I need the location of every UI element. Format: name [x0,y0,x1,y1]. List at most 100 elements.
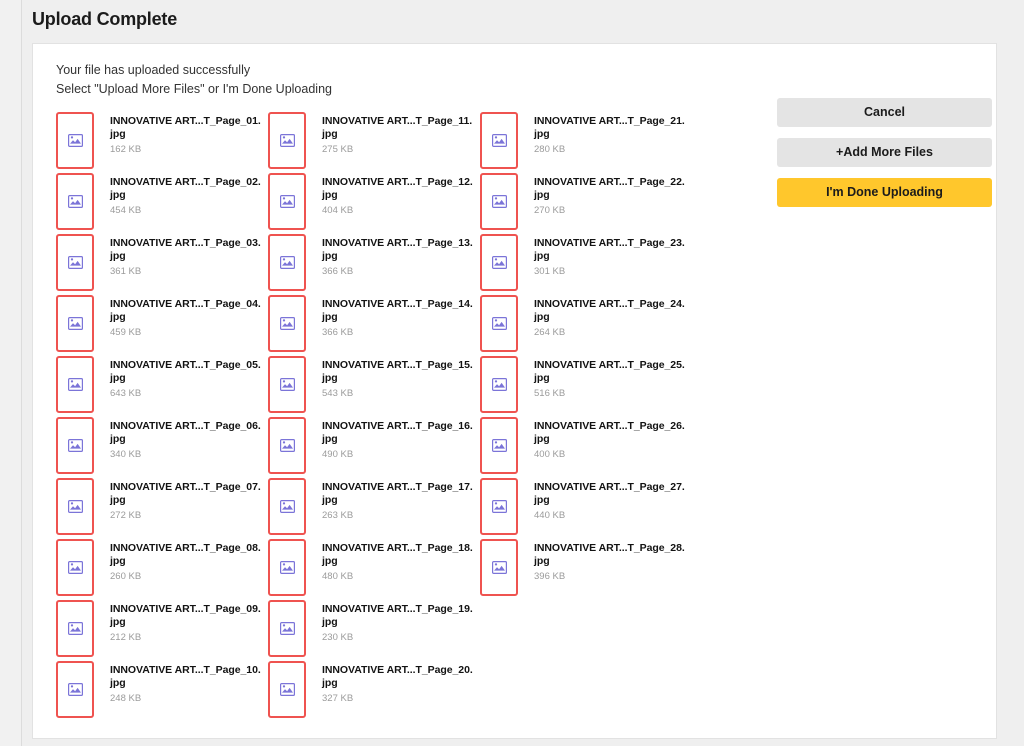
file-meta: INNOVATIVE ART...T_Page_12.jpg404 KB [322,173,474,217]
file-thumbnail[interactable] [56,234,94,291]
file-thumbnail[interactable] [268,478,306,535]
file-size: 264 KB [534,327,686,339]
file-list-item[interactable]: INNOVATIVE ART...T_Page_28.jpg396 KB [480,539,690,600]
file-thumbnail[interactable] [268,661,306,718]
file-thumbnail[interactable] [480,478,518,535]
file-name: INNOVATIVE ART...T_Page_22.jpg [534,176,686,202]
file-size: 400 KB [534,449,686,461]
file-size: 490 KB [322,449,474,461]
file-thumbnail[interactable] [480,112,518,169]
image-placeholder-icon [280,439,295,452]
file-list-item[interactable]: INNOVATIVE ART...T_Page_10.jpg 248 KB [56,661,266,722]
file-name: INNOVATIVE ART...T_Page_25.jpg [534,359,686,385]
file-thumbnail[interactable] [480,295,518,352]
file-thumbnail[interactable] [480,356,518,413]
image-placeholder-icon [280,683,295,696]
file-list-item[interactable]: INNOVATIVE ART...T_Page_20.jpg327 KB [268,661,478,722]
file-size: 440 KB [534,510,686,522]
image-placeholder-icon [280,561,295,574]
file-size: 459 KB [110,327,262,339]
image-placeholder-icon [280,622,295,635]
file-list-item[interactable]: INNOVATIVE ART...T_Page_12.jpg404 KB [268,173,478,234]
file-list-item[interactable]: INNOVATIVE ART...T_Page_05.jpg643 KB [56,356,266,417]
file-name: INNOVATIVE ART...T_Page_10.jpg [110,664,262,690]
file-thumbnail[interactable] [56,112,94,169]
image-placeholder-icon [280,195,295,208]
file-thumbnail[interactable] [268,356,306,413]
file-thumbnail[interactable] [56,539,94,596]
file-size: 301 KB [534,266,686,278]
file-list-item[interactable]: INNOVATIVE ART...T_Page_17.jpg263 KB [268,478,478,539]
file-meta: INNOVATIVE ART...T_Page_24.jpg264 KB [534,295,686,339]
file-size: 361 KB [110,266,262,278]
file-thumbnail[interactable] [56,356,94,413]
file-size: 272 KB [110,510,262,522]
file-thumbnail[interactable] [56,478,94,535]
file-name: INNOVATIVE ART...T_Page_20.jpg [322,664,474,690]
file-list-item[interactable]: INNOVATIVE ART...T_Page_15.jpg543 KB [268,356,478,417]
file-meta: INNOVATIVE ART...T_Page_19.jpg230 KB [322,600,474,644]
file-thumbnail[interactable] [268,539,306,596]
file-name: INNOVATIVE ART...T_Page_18.jpg [322,542,474,568]
file-name: INNOVATIVE ART...T_Page_09.jpg [110,603,262,629]
file-size: 230 KB [322,632,474,644]
file-size: 248 KB [110,693,262,705]
file-name: INNOVATIVE ART...T_Page_15.jpg [322,359,474,385]
file-list-item[interactable]: INNOVATIVE ART...T_Page_13.jpg366 KB [268,234,478,295]
file-column: INNOVATIVE ART...T_Page_11.jpg275 KB INNO… [268,112,478,722]
file-meta: INNOVATIVE ART...T_Page_26.jpg400 KB [534,417,686,461]
file-thumbnail[interactable] [480,173,518,230]
file-list-item[interactable]: INNOVATIVE ART...T_Page_06.jpg340 KB [56,417,266,478]
file-list-item[interactable]: INNOVATIVE ART...T_Page_03.jpg361 KB [56,234,266,295]
file-thumbnail[interactable] [268,173,306,230]
file-list-item[interactable]: INNOVATIVE ART...T_Page_23.jpg301 KB [480,234,690,295]
status-line-secondary: Select "Upload More Files" or I'm Done U… [56,80,332,99]
image-placeholder-icon [492,317,507,330]
file-list-item[interactable]: INNOVATIVE ART...T_Page_21.jpg280 KB [480,112,690,173]
file-list-item[interactable]: INNOVATIVE ART...T_Page_22.jpg 270 KB [480,173,690,234]
file-list-item[interactable]: INNOVATIVE ART...T_Page_19.jpg230 KB [268,600,478,661]
file-thumbnail[interactable] [56,173,94,230]
file-size: 275 KB [322,144,474,156]
file-size: 366 KB [322,266,474,278]
page-title: Upload Complete [32,9,177,30]
cancel-button[interactable]: Cancel [777,98,992,127]
file-list-item[interactable]: INNOVATIVE ART...T_Page_25.jpg516 KB [480,356,690,417]
file-thumbnail[interactable] [480,539,518,596]
file-name: INNOVATIVE ART...T_Page_07.jpg [110,481,262,507]
file-thumbnail[interactable] [56,600,94,657]
file-list-item[interactable]: INNOVATIVE ART...T_Page_16.jpg490 KB [268,417,478,478]
file-list-item[interactable]: INNOVATIVE ART...T_Page_18.jpg480 KB [268,539,478,600]
file-meta: INNOVATIVE ART...T_Page_18.jpg480 KB [322,539,474,583]
file-list-item[interactable]: INNOVATIVE ART...T_Page_11.jpg275 KB [268,112,478,173]
image-placeholder-icon [68,195,83,208]
file-thumbnail[interactable] [268,600,306,657]
file-column: INNOVATIVE ART...T_Page_21.jpg280 KBINNO… [480,112,690,600]
file-thumbnail[interactable] [56,295,94,352]
file-thumbnail[interactable] [480,417,518,474]
file-list-item[interactable]: INNOVATIVE ART...T_Page_08.jpg260 KB [56,539,266,600]
file-meta: INNOVATIVE ART...T_Page_11.jpg275 KB [322,112,474,156]
file-list-item[interactable]: INNOVATIVE ART...T_Page_24.jpg264 KB [480,295,690,356]
file-thumbnail[interactable] [268,234,306,291]
image-placeholder-icon [492,134,507,147]
file-list-item[interactable]: INNOVATIVE ART...T_Page_09.jpg212 KB [56,600,266,661]
image-placeholder-icon [68,439,83,452]
add-more-files-button[interactable]: +Add More Files [777,138,992,167]
file-size: 270 KB [534,205,686,217]
file-list-item[interactable]: INNOVATIVE ART...T_Page_04.jpg459 KB [56,295,266,356]
done-uploading-button[interactable]: I'm Done Uploading [777,178,992,207]
file-thumbnail[interactable] [56,417,94,474]
file-thumbnail[interactable] [268,112,306,169]
file-thumbnail[interactable] [480,234,518,291]
file-list-item[interactable]: INNOVATIVE ART...T_Page_14.jpg366 KB [268,295,478,356]
file-meta: INNOVATIVE ART...T_Page_10.jpg 248 KB [110,661,262,705]
file-list-item[interactable]: INNOVATIVE ART...T_Page_27.jpg440 KB [480,478,690,539]
file-thumbnail[interactable] [56,661,94,718]
file-list-item[interactable]: INNOVATIVE ART...T_Page_02.jpg454 KB [56,173,266,234]
file-list-item[interactable]: INNOVATIVE ART...T_Page_01.jpg162 KB [56,112,266,173]
file-thumbnail[interactable] [268,295,306,352]
file-list-item[interactable]: INNOVATIVE ART...T_Page_26.jpg400 KB [480,417,690,478]
file-list-item[interactable]: INNOVATIVE ART...T_Page_07.jpg 272 KB [56,478,266,539]
file-thumbnail[interactable] [268,417,306,474]
